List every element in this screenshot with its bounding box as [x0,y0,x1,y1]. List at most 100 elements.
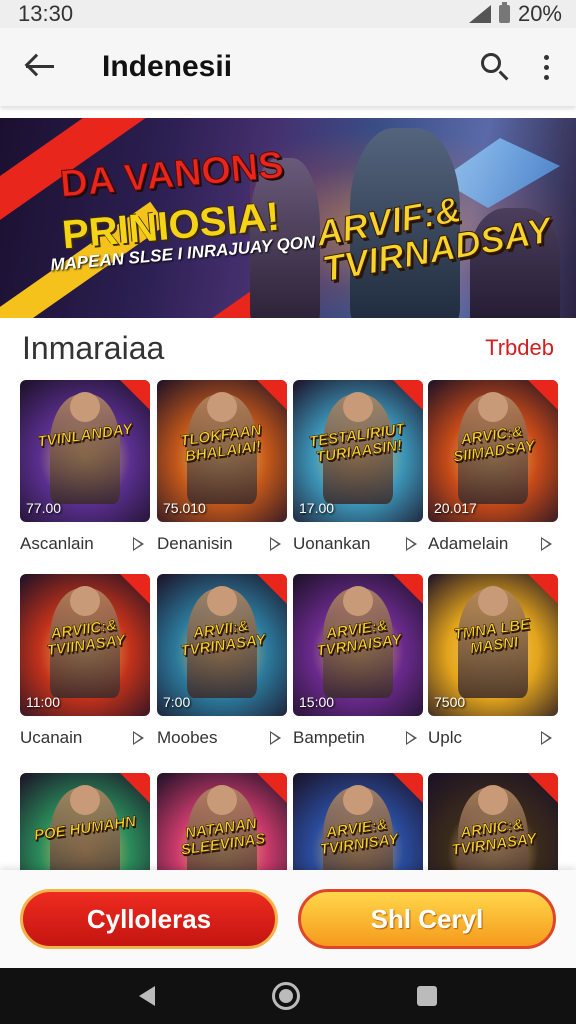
game-duration: 15:00 [299,694,335,710]
game-new-ribbon [528,574,558,604]
game-duration: 75.010 [163,500,206,516]
play-icon[interactable] [406,731,417,745]
game-hero-head [478,785,508,815]
game-thumbnail[interactable]: ARVIC:& SIIMADSAY 20.017 [428,380,558,522]
game-duration: 7500 [434,694,466,710]
game-title: Uonankan [293,534,371,553]
app-bar: Indenesii [0,28,576,106]
play-icon[interactable] [133,537,144,551]
game-thumbnail[interactable]: ARNIC:& TVIRNASAY [428,773,558,870]
game-label-row: Moobes [157,716,287,760]
game-thumbnail[interactable]: ARVII:& TVRINASAY 7:00 [157,574,287,716]
game-new-ribbon [393,574,423,604]
search-icon[interactable] [474,47,514,87]
game-duration: 20.017 [434,500,477,516]
system-nav-bar [0,968,576,1024]
game-hero-head [343,785,373,815]
section-see-all-link[interactable]: Trbdeb [485,335,554,361]
game-card[interactable]: ARNIC:& TVIRNASAY [428,773,558,870]
game-hero-head [478,586,508,616]
game-thumbnail[interactable]: POE HUMAHN [20,773,150,870]
game-hero-head [207,392,237,422]
game-duration: 7:00 [163,694,191,710]
game-grid: TVINLANDAY 77.00 Ascanlain TLOKFAAN BHAL… [20,380,560,870]
game-label-row: Ascanlain [20,522,150,566]
status-bar: 13:30 20% [0,0,576,28]
status-time: 13:30 [18,1,74,26]
game-new-ribbon [120,574,150,604]
back-arrow-icon[interactable] [20,47,60,87]
game-new-ribbon [120,380,150,410]
game-hero-head [207,785,237,815]
game-thumbnail[interactable]: ARVIE:& TVRNAISAY 15:00 [293,574,423,716]
game-new-ribbon [528,773,558,803]
game-hero-head [70,586,100,616]
nav-recents-icon[interactable] [417,986,438,1006]
game-new-ribbon [528,380,558,410]
game-new-ribbon [393,380,423,410]
game-card[interactable]: TVINLANDAY 77.00 Ascanlain [20,380,150,566]
promo-banner[interactable]: DA VANONS PRINIOSIA! MAPEAN SLSE I INRAJ… [0,118,576,318]
game-thumbnail[interactable]: NATANAN SLEEVINAS [157,773,287,870]
game-new-ribbon [257,773,287,803]
primary-action-button[interactable]: Cylloleras [20,889,278,949]
game-card[interactable]: ARVIC:& SIIMADSAY 20.017 Adamelain [428,380,558,566]
game-label-row: Uplc [428,716,558,760]
game-duration: 11:00 [26,694,60,710]
game-title: Bampetin [293,728,365,747]
play-icon[interactable] [541,537,552,551]
game-thumbnail[interactable]: TMNA LBE MASNI 7500 [428,574,558,716]
game-label-row: Adamelain [428,522,558,566]
play-icon[interactable] [270,537,281,551]
game-hero-head [478,392,508,422]
game-card[interactable]: NATANAN SLEEVINAS [157,773,287,870]
status-icons: 20% [468,1,562,27]
game-card[interactable]: ARVII:& TVRINASAY 7:00 Moobes [157,574,287,760]
game-title: Ascanlain [20,534,94,553]
page-title: Indenesii [102,50,233,83]
section-header: Inmaraiaa Trbdeb [0,328,576,368]
game-label-row: Denanisin [157,522,287,566]
game-thumbnail[interactable]: TESTALIRIUT TURIAASIN! 17.00 [293,380,423,522]
game-new-ribbon [393,773,423,803]
secondary-action-button[interactable]: Shl Ceryl [298,889,556,949]
game-thumbnail[interactable]: ARVIE:& TVIRNISAY [293,773,423,870]
game-duration: 17.00 [299,500,335,516]
nav-home-icon[interactable] [271,982,300,1010]
play-icon[interactable] [541,731,552,745]
game-title: Moobes [157,728,218,747]
game-hero-head [207,586,237,616]
game-thumbnail[interactable]: TLOKFAAN BHALAIAI! 75.010 [157,380,287,522]
play-icon[interactable] [406,537,417,551]
game-label-row: Uonankan [293,522,423,566]
game-hero-head [343,586,373,616]
nav-back-icon[interactable] [138,986,155,1006]
more-vertical-icon[interactable] [536,47,556,87]
game-card[interactable]: TESTALIRIUT TURIAASIN! 17.00 Uonankan [293,380,423,566]
game-thumbnail[interactable]: TVINLANDAY 77.00 [20,380,150,522]
battery-icon [498,2,510,23]
game-thumbnail[interactable]: ARVIIC:& TVIINASAY 11:00 [20,574,150,716]
game-label-row: Ucanain [20,716,150,760]
game-hero-head [343,392,373,422]
section-title: Inmaraiaa [22,329,165,366]
battery-level: 20% [517,1,562,26]
game-title: Adamelain [428,534,509,553]
game-new-ribbon [120,773,150,803]
play-icon[interactable] [133,731,144,745]
game-card[interactable]: ARVIIC:& TVIINASAY 11:00 Ucanain [20,574,150,760]
game-label-row: Bampetin [293,716,423,760]
game-card[interactable]: ARVIE:& TVIRNISAY [293,773,423,870]
game-card[interactable]: ARVIE:& TVRNAISAY 15:00 Bampetin [293,574,423,760]
game-card[interactable]: TMNA LBE MASNI 7500 Uplc [428,574,558,760]
game-new-ribbon [257,380,287,410]
game-new-ribbon [257,574,287,604]
game-hero-head [70,392,100,422]
game-duration: 77.00 [26,500,62,516]
play-icon[interactable] [270,731,281,745]
signal-icon [468,5,491,23]
action-bar: Cylloleras Shl Ceryl [0,870,576,968]
game-title: Uplc [428,728,463,747]
game-card[interactable]: TLOKFAAN BHALAIAI! 75.010 Denanisin [157,380,287,566]
game-card[interactable]: POE HUMAHN [20,773,150,870]
